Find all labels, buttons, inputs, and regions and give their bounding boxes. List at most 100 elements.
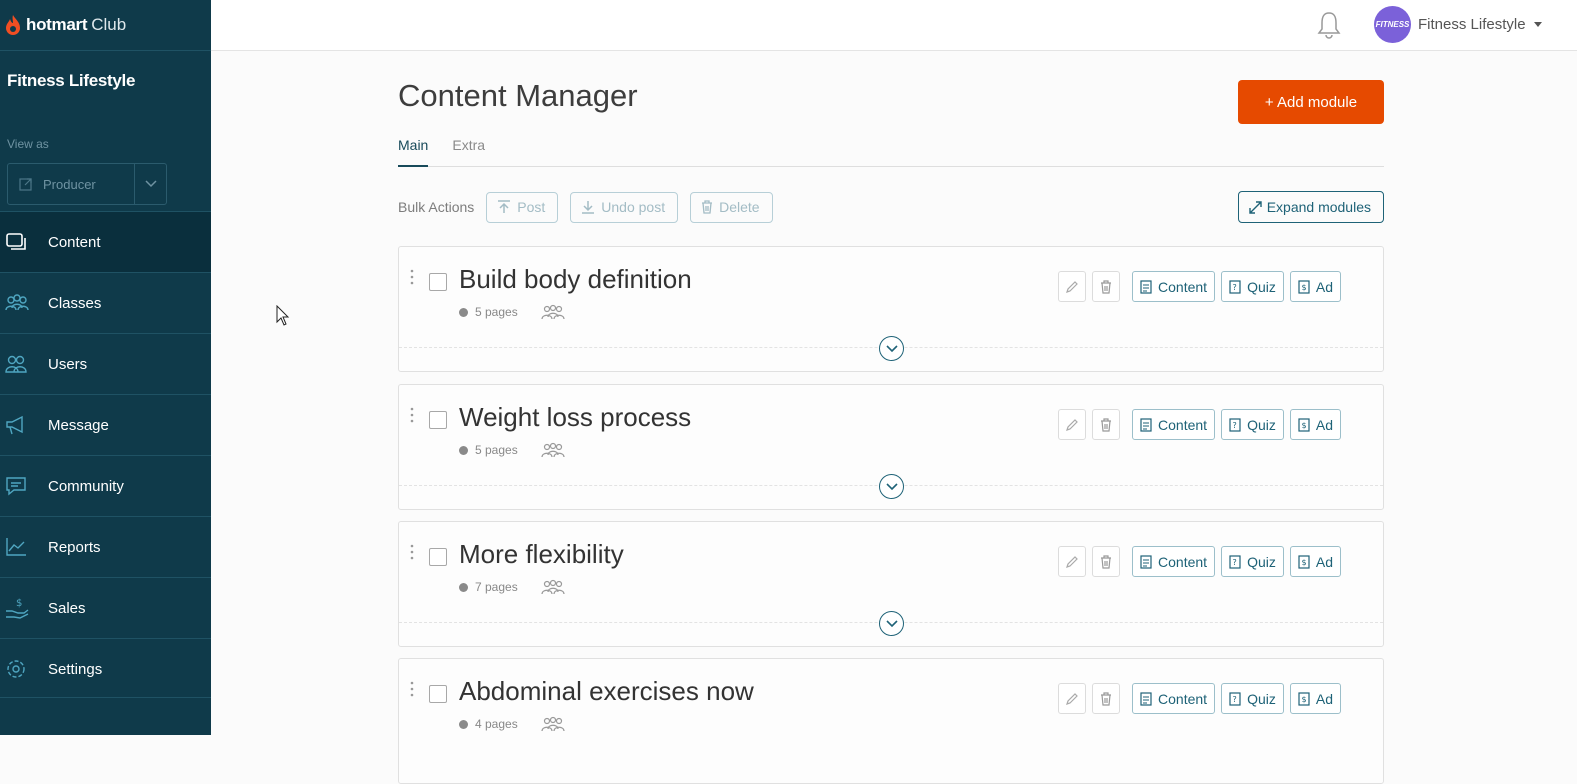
brand-name: hotmart xyxy=(26,15,88,34)
bell-icon[interactable] xyxy=(1317,10,1341,40)
module-checkbox[interactable] xyxy=(429,273,447,291)
module-actions: Content ? Quiz $ Ad xyxy=(1058,683,1341,714)
bulk-actions-label: Bulk Actions xyxy=(398,199,475,215)
view-as-select[interactable]: Producer xyxy=(7,163,167,205)
module-meta: 4 pages xyxy=(459,716,565,732)
module-title[interactable]: More flexibility xyxy=(459,539,624,570)
ad-label: Ad xyxy=(1315,278,1333,295)
add-ad-button[interactable]: $ Ad xyxy=(1289,271,1341,302)
module-pages: 5 pages xyxy=(475,305,518,319)
module-title[interactable]: Weight loss process xyxy=(459,402,691,433)
add-content-button[interactable]: Content xyxy=(1132,271,1216,302)
drag-handle-icon[interactable] xyxy=(410,681,414,697)
trash-icon xyxy=(1101,279,1112,294)
classes-icon xyxy=(541,304,565,320)
add-content-button[interactable]: Content xyxy=(1132,409,1216,440)
sidebar-item-users[interactable]: Users xyxy=(0,333,211,394)
view-as-value: Producer xyxy=(43,176,96,192)
quiz-label: Quiz xyxy=(1247,690,1276,707)
delete-module-button[interactable] xyxy=(1092,271,1121,302)
quiz-icon: ? xyxy=(1229,279,1241,294)
bulk-actions: Bulk Actions Post Undo post Delete Expan… xyxy=(398,191,1384,223)
add-module-button[interactable]: + Add module xyxy=(1238,80,1384,124)
club-title: Fitness Lifestyle xyxy=(7,71,136,90)
quiz-icon: ? xyxy=(1229,554,1241,569)
chevron-down-icon[interactable] xyxy=(879,611,904,636)
sidebar-item-reports[interactable]: Reports xyxy=(0,516,211,577)
topbar: FITNESS Fitness Lifestyle xyxy=(211,0,1577,51)
sidebar-item-label: Settings xyxy=(48,660,103,678)
undo-post-label: Undo post xyxy=(601,199,666,215)
module-checkbox[interactable] xyxy=(429,685,447,703)
trash-icon xyxy=(1101,417,1112,432)
content-doc-icon xyxy=(1140,279,1152,294)
add-content-button[interactable]: Content xyxy=(1132,546,1216,577)
module-pages: 7 pages xyxy=(475,580,518,594)
add-ad-button[interactable]: $ Ad xyxy=(1289,546,1341,577)
avatar[interactable]: FITNESS xyxy=(1374,6,1411,43)
pencil-icon xyxy=(1066,692,1078,705)
content-label: Content xyxy=(1158,690,1208,707)
sidebar-item-settings[interactable]: Settings xyxy=(0,638,211,699)
chevron-down-icon[interactable] xyxy=(134,164,166,204)
post-button[interactable]: Post xyxy=(486,191,559,223)
undo-post-button[interactable]: Undo post xyxy=(570,191,679,223)
drag-handle-icon[interactable] xyxy=(410,407,414,423)
content-label: Content xyxy=(1158,278,1208,295)
sidebar-footer xyxy=(0,697,211,735)
module-checkbox[interactable] xyxy=(429,548,447,566)
status-dot xyxy=(459,307,468,317)
add-quiz-button[interactable]: ? Quiz xyxy=(1221,546,1284,577)
upload-icon xyxy=(498,200,511,213)
account-name[interactable]: Fitness Lifestyle xyxy=(1418,16,1526,33)
expand-modules-button[interactable]: Expand modules xyxy=(1237,191,1384,223)
add-ad-button[interactable]: $ Ad xyxy=(1289,409,1341,440)
sidebar-item-sales[interactable]: $ Sales xyxy=(0,577,211,638)
module-checkbox[interactable] xyxy=(429,411,447,429)
sidebar-item-message[interactable]: Message xyxy=(0,394,211,455)
module-actions: Content ? Quiz $ Ad xyxy=(1058,271,1341,302)
sidebar-item-classes[interactable]: Classes xyxy=(0,272,211,333)
brand-logo[interactable]: hotmart Club xyxy=(0,0,211,51)
add-content-button[interactable]: Content xyxy=(1132,683,1216,714)
edit-button[interactable] xyxy=(1058,271,1087,302)
edit-button[interactable] xyxy=(1058,409,1087,440)
caret-down-icon[interactable] xyxy=(1534,22,1542,27)
drag-handle-icon[interactable] xyxy=(410,269,414,285)
delete-button[interactable]: Delete xyxy=(690,191,773,223)
drag-handle-icon[interactable] xyxy=(410,544,414,560)
ad-icon: $ xyxy=(1298,554,1310,569)
add-quiz-button[interactable]: ? Quiz xyxy=(1221,271,1284,302)
chat-icon xyxy=(6,477,26,496)
chevron-down-icon[interactable] xyxy=(879,474,904,499)
add-quiz-button[interactable]: ? Quiz xyxy=(1221,409,1284,440)
edit-button[interactable] xyxy=(1058,546,1087,577)
add-ad-button[interactable]: $ Ad xyxy=(1289,683,1341,714)
sidebar-item-content[interactable]: Content xyxy=(0,211,211,272)
chevron-down-icon[interactable] xyxy=(879,336,904,361)
module-pages: 5 pages xyxy=(475,443,518,457)
ad-icon: $ xyxy=(1298,279,1310,294)
edit-button[interactable] xyxy=(1058,683,1087,714)
quiz-label: Quiz xyxy=(1247,278,1276,295)
module-title[interactable]: Build body definition xyxy=(459,264,692,295)
ad-label: Ad xyxy=(1315,416,1333,433)
download-icon xyxy=(582,201,595,214)
add-quiz-button[interactable]: ? Quiz xyxy=(1221,683,1284,714)
delete-module-button[interactable] xyxy=(1092,546,1121,577)
svg-text:$: $ xyxy=(1301,421,1306,430)
delete-module-button[interactable] xyxy=(1092,683,1121,714)
sidebar-item-community[interactable]: Community xyxy=(0,455,211,516)
expand-icon xyxy=(1249,200,1262,214)
brand-club: Club xyxy=(91,15,127,34)
sidebar-nav: Content Classes Users Message Community … xyxy=(0,211,211,699)
tab-main[interactable]: Main xyxy=(398,137,429,167)
trash-icon xyxy=(702,200,713,214)
svg-text:?: ? xyxy=(1233,558,1237,567)
external-link-icon xyxy=(19,178,32,191)
sidebar-item-label: Users xyxy=(48,355,88,373)
tab-extra[interactable]: Extra xyxy=(452,137,485,167)
content-doc-icon xyxy=(1140,691,1152,706)
delete-module-button[interactable] xyxy=(1092,409,1121,440)
module-title[interactable]: Abdominal exercises now xyxy=(459,676,754,707)
